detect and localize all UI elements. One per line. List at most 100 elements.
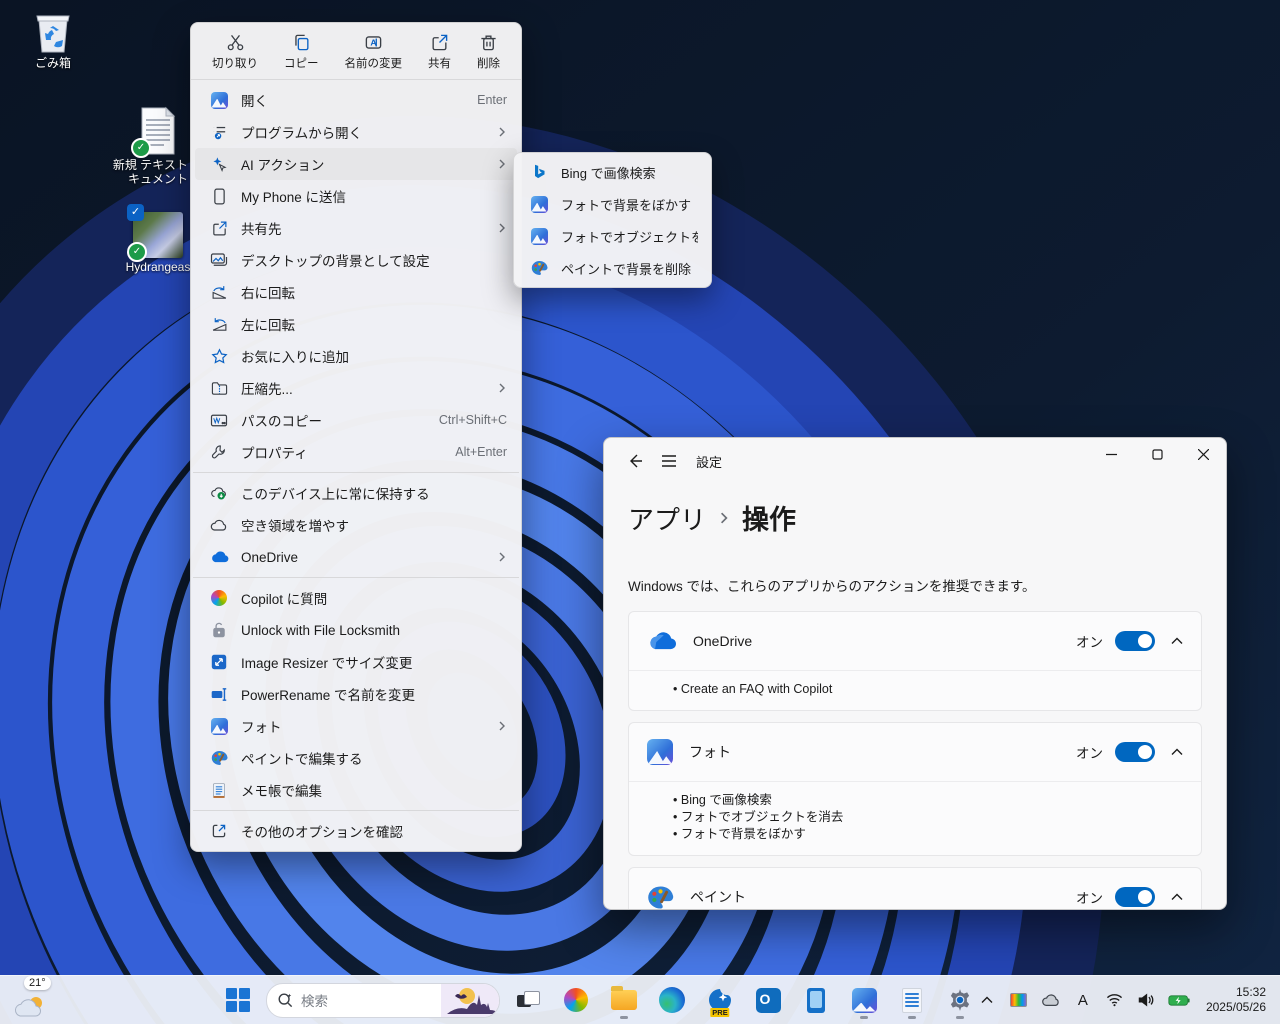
onedrive-toggle[interactable]: [1115, 631, 1155, 651]
powerrename-icon: [209, 688, 229, 701]
photos-button[interactable]: [844, 980, 884, 1020]
notepad-button[interactable]: [892, 980, 932, 1020]
rename-button[interactable]: A 名前の変更: [339, 30, 409, 74]
chevron-up-icon[interactable]: [1171, 893, 1183, 901]
menu-item-rotate-left[interactable]: 左に回転: [195, 308, 517, 340]
search-box[interactable]: 検索: [266, 983, 500, 1018]
page-title: 操作: [742, 498, 796, 537]
copilot-icon: [209, 590, 229, 606]
breadcrumb-apps[interactable]: アプリ: [628, 500, 706, 537]
menu-item-add-to-favorites[interactable]: お気に入りに追加: [195, 340, 517, 372]
selected-checkbox-icon: ✓: [127, 204, 144, 221]
paint-icon: [209, 750, 229, 766]
task-view-icon: [517, 991, 539, 1009]
chevron-right-icon: [497, 552, 507, 562]
action-item: Create an FAQ with Copilot: [673, 681, 1183, 698]
menu-item-open[interactable]: 開く Enter: [195, 84, 517, 116]
submenu-item-photos-blur-background[interactable]: フォトで背景をぼかす: [517, 188, 708, 220]
photos-icon: [529, 228, 549, 245]
card-photos-header[interactable]: フォト オン: [629, 723, 1201, 781]
card-paint-header[interactable]: ペイント オン: [629, 868, 1201, 910]
tray-display-app-icon[interactable]: [1008, 980, 1030, 1020]
menu-item-edit-with-notepad[interactable]: メモ帳で編集: [195, 774, 517, 806]
context-menu-toolbar: 切り取り コピー A 名前の変更 共有: [191, 23, 521, 80]
minimize-button[interactable]: [1088, 438, 1134, 471]
photos-toggle[interactable]: [1115, 742, 1155, 762]
paint-toggle[interactable]: [1115, 887, 1155, 907]
widgets-weather-button[interactable]: 21°: [10, 978, 70, 1022]
submenu-item-bing-visual-search[interactable]: Bing で画像検索: [517, 156, 708, 188]
card-onedrive-header[interactable]: OneDrive オン: [629, 612, 1201, 670]
menu-item-image-resizer[interactable]: Image Resizer でサイズ変更: [195, 646, 517, 678]
menu-item-share-to[interactable]: 共有先: [195, 212, 517, 244]
clock[interactable]: 15:32 2025/05/26: [1200, 985, 1272, 1015]
copilot-icon: [564, 988, 588, 1012]
windows-logo-icon: [226, 988, 250, 1012]
back-button[interactable]: [618, 446, 652, 476]
menu-item-open-with[interactable]: プログラムから開く: [195, 116, 517, 148]
file-explorer-button[interactable]: [604, 980, 644, 1020]
menu-item-show-more-options[interactable]: その他のオプションを確認: [195, 815, 517, 847]
trash-icon: [479, 33, 498, 52]
more-options-icon: [209, 823, 229, 839]
preview-app-button[interactable]: PRE: [700, 980, 740, 1020]
menu-item-set-as-background[interactable]: デスクトップの背景として設定: [195, 244, 517, 276]
battery-icon[interactable]: [1168, 980, 1190, 1020]
context-menu: 切り取り コピー A 名前の変更 共有: [190, 22, 522, 852]
notepad-icon: [902, 988, 922, 1013]
copy-button[interactable]: コピー: [278, 30, 325, 74]
page-description: Windows では、これらのアプリからのアクションを推奨できます。: [604, 537, 1226, 595]
delete-button[interactable]: 削除: [471, 30, 506, 74]
settings-button[interactable]: [940, 980, 980, 1020]
ime-mode-indicator[interactable]: A: [1072, 980, 1094, 1020]
chevron-up-icon[interactable]: [1171, 748, 1183, 756]
onedrive-synced-icon: ✓: [127, 242, 147, 262]
cut-button[interactable]: 切り取り: [206, 30, 264, 74]
start-button[interactable]: [218, 980, 258, 1020]
open-with-icon: [209, 124, 229, 141]
submenu-item-photos-erase-objects[interactable]: フォトでオブジェクトを消去: [517, 220, 708, 252]
compress-zip-icon: [209, 380, 229, 397]
menu-item-copy-path[interactable]: パスのコピー Ctrl+Shift+C: [195, 404, 517, 436]
file-explorer-icon: [611, 990, 637, 1010]
tray-chevron-up[interactable]: [976, 980, 998, 1020]
phone-link-button[interactable]: [796, 980, 836, 1020]
wifi-icon[interactable]: [1104, 980, 1126, 1020]
edge-button[interactable]: [652, 980, 692, 1020]
copilot-button[interactable]: [556, 980, 596, 1020]
search-placeholder: 検索: [301, 990, 441, 1010]
search-icon: [277, 992, 293, 1008]
breadcrumb: アプリ 操作: [604, 484, 1226, 537]
desktop-icon-recycle-bin[interactable]: ごみ箱: [10, 8, 96, 70]
chevron-up-icon[interactable]: [1171, 637, 1183, 645]
phone-icon: [209, 188, 229, 205]
menu-item-ask-copilot[interactable]: Copilot に質問: [195, 582, 517, 614]
menu-item-free-up-space[interactable]: 空き領域を増やす: [195, 509, 517, 541]
menu-item-powerrename[interactable]: PowerRename で名前を変更: [195, 678, 517, 710]
settings-gear-icon: [947, 987, 973, 1013]
outlook-button[interactable]: [748, 980, 788, 1020]
menu-item-compress-to[interactable]: 圧縮先...: [195, 372, 517, 404]
menu-item-photos[interactable]: フォト: [195, 710, 517, 742]
recycle-bin-icon: [31, 8, 75, 54]
menu-item-ai-actions[interactable]: AI アクション: [195, 148, 517, 180]
task-view-button[interactable]: [508, 980, 548, 1020]
menu-item-edit-with-paint[interactable]: ペイントで編集する: [195, 742, 517, 774]
maximize-button[interactable]: [1134, 438, 1180, 471]
cloud-download-icon: [209, 486, 229, 501]
close-button[interactable]: [1180, 438, 1226, 471]
submenu-item-paint-remove-background[interactable]: ペイントで背景を削除: [517, 252, 708, 284]
menu-separator: [193, 810, 519, 811]
chevron-right-icon: [497, 721, 507, 731]
menu-item-onedrive[interactable]: OneDrive: [195, 541, 517, 573]
tray-onedrive-icon[interactable]: [1040, 980, 1062, 1020]
menu-item-rotate-right[interactable]: 右に回転: [195, 276, 517, 308]
copy-path-icon: [209, 413, 229, 428]
menu-item-always-keep-on-device[interactable]: このデバイス上に常に保持する: [195, 477, 517, 509]
volume-icon[interactable]: [1136, 980, 1158, 1020]
menu-item-send-to-my-phone[interactable]: My Phone に送信: [195, 180, 517, 212]
share-button[interactable]: 共有: [422, 30, 457, 74]
menu-item-properties[interactable]: プロパティ Alt+Enter: [195, 436, 517, 468]
menu-item-file-locksmith[interactable]: Unlock with File Locksmith: [195, 614, 517, 646]
navigation-menu-button[interactable]: [652, 446, 686, 476]
